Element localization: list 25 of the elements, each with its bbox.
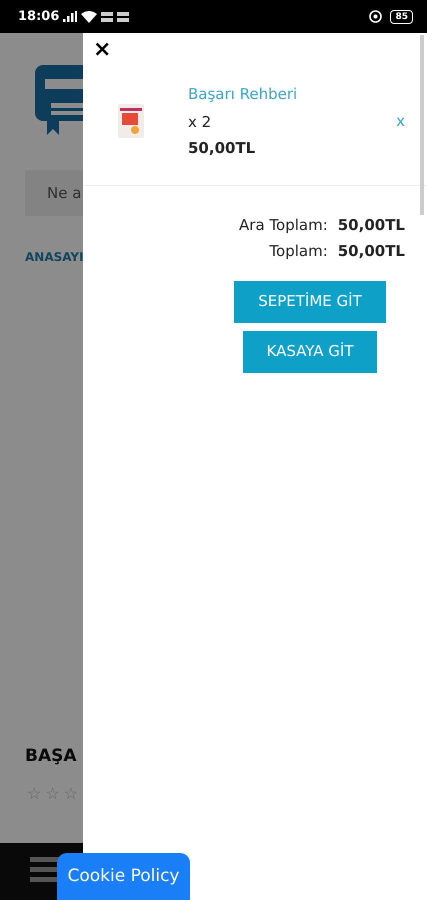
- signal-icon: [63, 11, 78, 22]
- search-field[interactable]: Ne a: [25, 170, 83, 216]
- remove-button[interactable]: x: [396, 110, 405, 132]
- total-value: 50,00TL: [338, 241, 405, 262]
- cart-action-button[interactable]: KASAYA GİT: [242, 330, 378, 372]
- star-icon: ☆: [45, 782, 60, 806]
- wifi-icon: [81, 10, 98, 22]
- book-cover-thumbnail: [118, 104, 144, 138]
- cart-action-button[interactable]: SEPETİME GİT: [234, 280, 386, 322]
- quantity-text: x 2: [188, 112, 212, 132]
- nav-link[interactable]: ANASAYI: [25, 248, 83, 266]
- star-icon: ☆: [27, 782, 42, 806]
- product-title: BAŞA: [25, 745, 77, 768]
- status-time: 18:06: [18, 8, 60, 26]
- price-text: 50,00TL: [188, 138, 256, 159]
- total-label: Toplam:: [269, 241, 328, 262]
- total-value: 50,00TL: [338, 214, 405, 236]
- menu-icon[interactable]: [30, 857, 60, 883]
- alarm-icon: [369, 10, 382, 23]
- star-icon: ☆: [64, 782, 78, 806]
- close-button[interactable]: ×: [93, 39, 112, 61]
- cookie-policy-button[interactable]: Cookie Policy: [57, 853, 190, 900]
- product-name-link[interactable]: Başarı Rehberi: [188, 83, 396, 106]
- total-label: Ara Toplam:: [239, 214, 328, 236]
- battery-indicator: 85: [390, 10, 413, 24]
